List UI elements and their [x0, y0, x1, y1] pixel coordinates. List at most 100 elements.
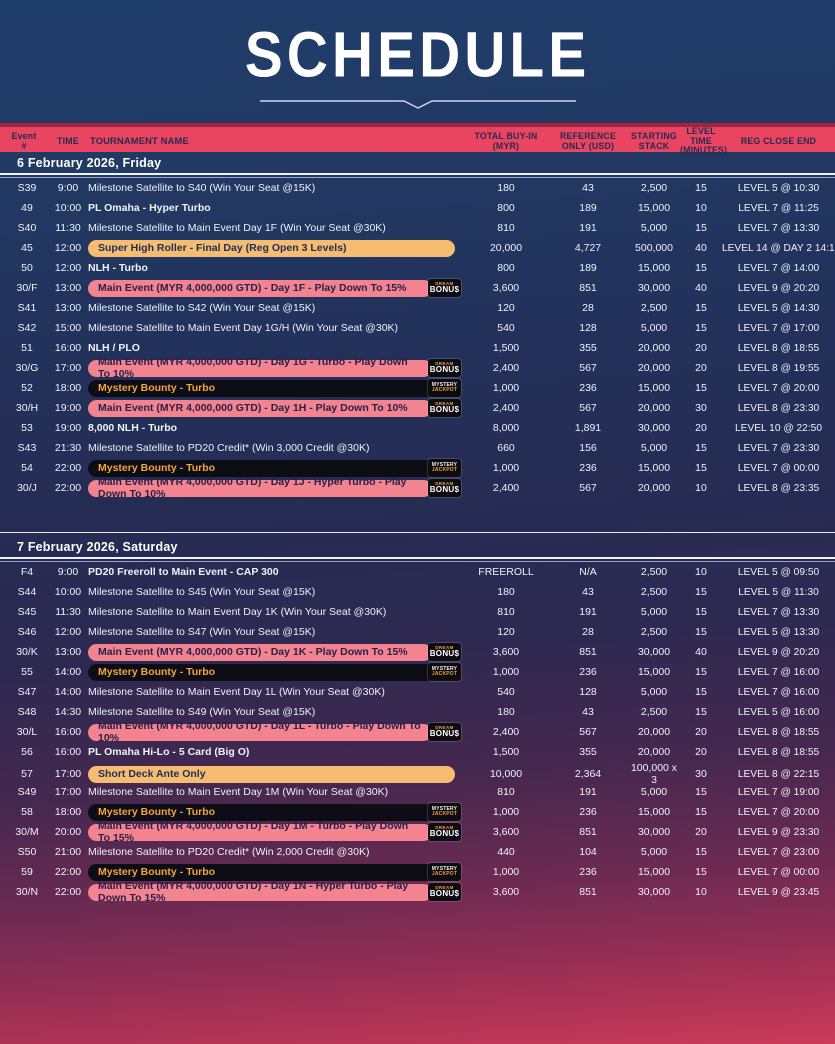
tournament-name-cell: Mystery Bounty - Turbo MYSTERY JACKPOT — [88, 378, 464, 398]
tournament-name: PD20 Freeroll to Main Event - CAP 300 — [88, 566, 279, 578]
start-time: 18:00 — [48, 806, 88, 818]
level-time-value: 10 — [680, 566, 722, 578]
start-time: 11:30 — [48, 222, 88, 234]
level-time-value: 15 — [680, 302, 722, 314]
level-time-value: 40 — [680, 242, 722, 254]
tournament-name-cell: Mystery Bounty - Turbo MYSTERY JACKPOT — [88, 662, 464, 682]
reg-close-end-value: LEVEL 9 @ 23:45 — [722, 887, 835, 898]
total-buyin-value: FREEROLL — [464, 566, 548, 578]
badge-main-text: BONU$ — [430, 830, 460, 838]
tournament-name: Main Event (MYR 4,000,000 GTD) - Day 1G … — [88, 360, 432, 377]
table-row: 45 12:00 Super High Roller - Final Day (… — [0, 238, 835, 258]
table-row: 54 22:00 Mystery Bounty - Turbo MYSTERY … — [0, 458, 835, 478]
reference-usd-value: 1,891 — [548, 422, 628, 434]
tournament-name: Super High Roller - Final Day (Reg Open … — [88, 240, 455, 257]
reference-usd-value: 355 — [548, 746, 628, 758]
reg-close-end-value: LEVEL 7 @ 14:00 — [722, 263, 835, 274]
tournament-name-cell: Main Event (MYR 4,000,000 GTD) - Day 1F … — [88, 278, 464, 298]
level-time-value: 15 — [680, 462, 722, 474]
level-time-value: 20 — [680, 726, 722, 738]
start-time: 22:00 — [48, 462, 88, 474]
reg-close-end-value: LEVEL 9 @ 20:20 — [722, 283, 835, 294]
total-buyin-value: 1,000 — [464, 462, 548, 474]
start-time: 13:00 — [48, 646, 88, 658]
event-number: S40 — [0, 222, 48, 234]
bonus-badge: DREAM BONU$ — [428, 723, 461, 741]
starting-stack-value: 15,000 — [628, 866, 680, 878]
event-number: S46 — [0, 626, 48, 638]
tournament-name-cell: Mystery Bounty - Turbo MYSTERY JACKPOT — [88, 802, 464, 822]
reference-usd-value: 189 — [548, 202, 628, 214]
reg-close-end-value: LEVEL 14 @ DAY 2 14:15 — [722, 243, 835, 254]
start-time: 18:00 — [48, 382, 88, 394]
event-number: 30/K — [0, 646, 48, 658]
table-row: 58 18:00 Mystery Bounty - Turbo MYSTERY … — [0, 802, 835, 822]
tournament-name: Main Event (MYR 4,000,000 GTD) - Day 1M … — [88, 824, 432, 841]
tournament-name-cell: Main Event (MYR 4,000,000 GTD) - Day 1G … — [88, 358, 464, 378]
reference-usd-value: 128 — [548, 322, 628, 334]
tournament-name: Milestone Satellite to S49 (Win Your Sea… — [88, 706, 315, 718]
tournament-name: NLH / PLO — [88, 342, 140, 354]
day-section: 6 February 2026, Friday S39 9:00 Milesto… — [0, 152, 835, 498]
level-time-value: 15 — [680, 322, 722, 334]
reference-usd-value: 236 — [548, 666, 628, 678]
start-time: 17:00 — [48, 768, 88, 780]
starting-stack-value: 15,000 — [628, 462, 680, 474]
starting-stack-value: 20,000 — [628, 402, 680, 414]
table-row: 30/G 17:00 Main Event (MYR 4,000,000 GTD… — [0, 358, 835, 378]
total-buyin-value: 810 — [464, 222, 548, 234]
bonus-badge: DREAM BONU$ — [428, 883, 461, 901]
start-time: 22:00 — [48, 886, 88, 898]
level-time-value: 15 — [680, 806, 722, 818]
total-buyin-value: 180 — [464, 182, 548, 194]
starting-stack-value: 5,000 — [628, 222, 680, 234]
tournament-name-cell: Milestone Satellite to S47 (Win Your Sea… — [88, 622, 464, 642]
reg-close-end-value: LEVEL 7 @ 20:00 — [722, 383, 835, 394]
reg-close-end-value: LEVEL 7 @ 13:30 — [722, 223, 835, 234]
table-row: 50 12:00 NLH - Turbo 800 189 15,000 15 L… — [0, 258, 835, 278]
level-time-value: 40 — [680, 282, 722, 294]
start-time: 21:30 — [48, 442, 88, 454]
reg-close-end-value: LEVEL 9 @ 20:20 — [722, 647, 835, 658]
start-time: 21:00 — [48, 846, 88, 858]
reg-close-end-value: LEVEL 5 @ 13:30 — [722, 627, 835, 638]
section-date: 7 February 2026, Saturday — [0, 536, 835, 557]
total-buyin-value: 800 — [464, 202, 548, 214]
reference-usd-value: 191 — [548, 786, 628, 798]
starting-stack-value: 30,000 — [628, 282, 680, 294]
reg-close-end-value: LEVEL 5 @ 14:30 — [722, 303, 835, 314]
reg-close-end-value: LEVEL 8 @ 19:55 — [722, 363, 835, 374]
reference-usd-value: 191 — [548, 606, 628, 618]
tournament-name-cell: NLH - Turbo — [88, 258, 464, 278]
total-buyin-value: 800 — [464, 262, 548, 274]
column-header-starting-stack: STARTING STACK — [628, 132, 680, 151]
tournament-name: Milestone Satellite to PD20 Credit* (Win… — [88, 846, 369, 858]
tournament-name: Main Event (MYR 4,000,000 GTD) - Day 1F … — [88, 280, 432, 297]
tournament-name: PL Omaha - Hyper Turbo — [88, 202, 211, 214]
event-number: S45 — [0, 606, 48, 618]
tournament-name: Main Event (MYR 4,000,000 GTD) - Day 1H … — [88, 400, 432, 417]
starting-stack-value: 20,000 — [628, 362, 680, 374]
reference-usd-value: 851 — [548, 826, 628, 838]
total-buyin-value: 2,400 — [464, 362, 548, 374]
reg-close-end-value: LEVEL 7 @ 23:30 — [722, 443, 835, 454]
table-row: 30/J 22:00 Main Event (MYR 4,000,000 GTD… — [0, 478, 835, 498]
starting-stack-value: 15,000 — [628, 806, 680, 818]
total-buyin-value: 1,000 — [464, 866, 548, 878]
reference-usd-value: 236 — [548, 382, 628, 394]
starting-stack-value: 5,000 — [628, 606, 680, 618]
reference-usd-value: 851 — [548, 646, 628, 658]
column-header-level-time: LEVEL TIME (MINUTES) — [680, 127, 722, 156]
table-row: 56 16:00 PL Omaha Hi-Lo - 5 Card (Big O)… — [0, 742, 835, 762]
starting-stack-value: 5,000 — [628, 322, 680, 334]
tournament-name: Milestone Satellite to Main Event Day 1K… — [88, 606, 386, 618]
tournament-name: Mystery Bounty - Turbo — [88, 864, 460, 881]
section-rows: S39 9:00 Milestone Satellite to S40 (Win… — [0, 178, 835, 498]
bonus-badge: DREAM BONU$ — [428, 279, 461, 297]
event-number: 56 — [0, 746, 48, 758]
start-time: 12:00 — [48, 262, 88, 274]
level-time-value: 15 — [680, 786, 722, 798]
total-buyin-value: 2,400 — [464, 482, 548, 494]
start-time: 20:00 — [48, 826, 88, 838]
tournament-name: Mystery Bounty - Turbo — [88, 460, 460, 477]
